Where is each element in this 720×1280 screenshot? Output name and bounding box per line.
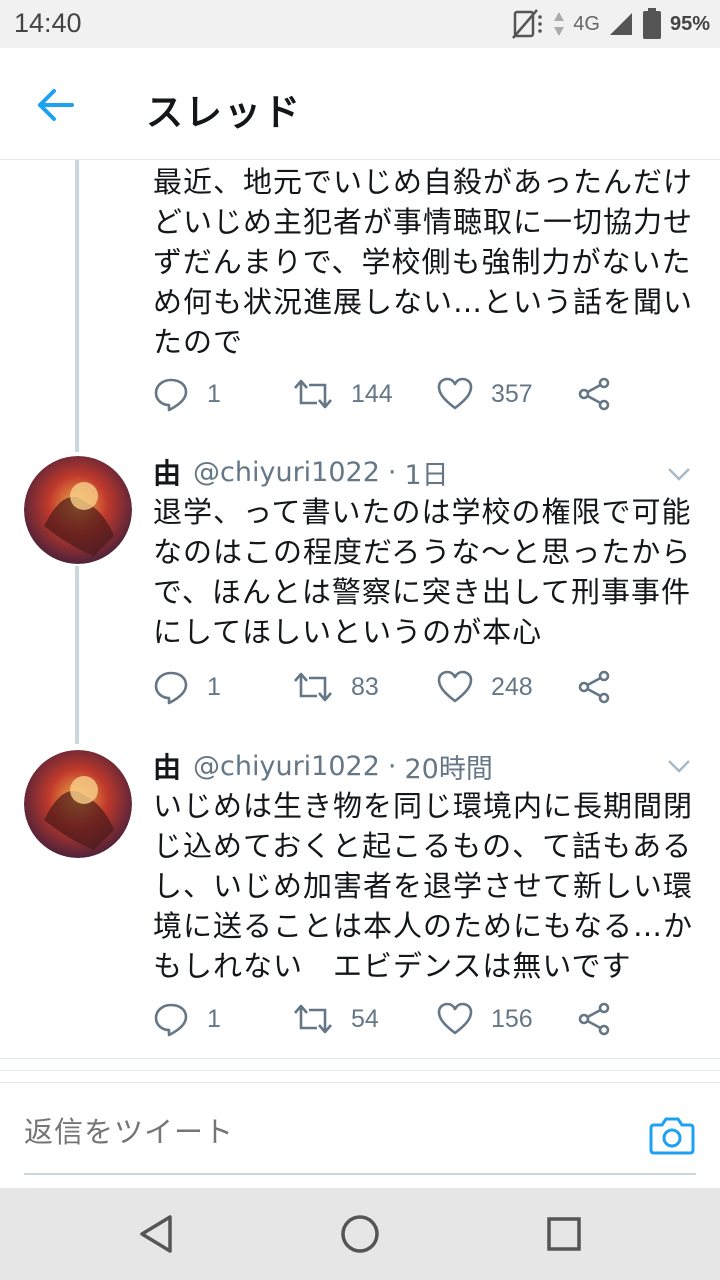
reply-icon [154, 1003, 188, 1037]
like-button[interactable]: 248 [437, 665, 533, 709]
retweet-button[interactable]: 144 [293, 372, 393, 416]
tweet-timestamp: 1日 [404, 459, 449, 491]
divider [0, 1058, 720, 1059]
reply-input[interactable] [24, 1107, 644, 1157]
camera-icon[interactable] [648, 1111, 696, 1159]
chevron-down-icon[interactable] [666, 752, 692, 778]
tweet-text: 退学、って書いたのは学校の権限で可能 なのはこの程度だろうな〜と思ったから で、… [153, 495, 692, 649]
reply-count: 1 [207, 672, 221, 701]
heart-icon [437, 670, 473, 703]
reply-composer [0, 1082, 720, 1188]
retweet-button[interactable]: 54 [293, 997, 379, 1041]
tweet-header: 由 @chiyuri1022 · 1日 [153, 452, 449, 492]
status-icons: 4G 95% [511, 6, 710, 42]
heart-icon [437, 1002, 473, 1035]
retweet-icon [294, 672, 332, 702]
reply-button[interactable]: 1 [153, 372, 221, 416]
retweet-icon [294, 1004, 332, 1034]
tweet-timestamp: 20時間 [404, 753, 493, 785]
separator: · [387, 750, 397, 782]
reply-count: 1 [207, 1004, 221, 1033]
retweet-icon [294, 379, 332, 409]
signal-icon [609, 13, 632, 35]
reply-icon [154, 671, 188, 705]
data-arrows-icon [554, 12, 565, 36]
home-circle-icon[interactable] [336, 1210, 384, 1258]
author-handle[interactable]: @chiyuri1022 [193, 457, 380, 488]
arrow-left-icon[interactable] [30, 80, 80, 130]
thread-line [75, 566, 79, 744]
like-count: 248 [491, 672, 533, 701]
reply-count: 1 [207, 379, 221, 408]
recents-square-icon[interactable] [540, 1210, 588, 1258]
chevron-down-icon[interactable] [666, 460, 692, 486]
status-bar: 14:40 4G 95% [0, 0, 720, 48]
author-handle[interactable]: @chiyuri1022 [193, 751, 380, 782]
retweet-button[interactable]: 83 [293, 665, 379, 709]
page-title: スレッド [146, 91, 302, 134]
reply-button[interactable]: 1 [153, 665, 221, 709]
like-button[interactable]: 357 [437, 372, 533, 416]
tweet-text: 最近、地元でいじめ自殺があったんだけ どいじめ主犯者が事情聴取に一切協力せ ずだ… [153, 165, 694, 359]
status-time: 14:40 [14, 8, 82, 38]
tweet-actions: 1 83 248 [153, 665, 623, 709]
reply-underline [24, 1173, 696, 1175]
author-name[interactable]: 由 [153, 452, 181, 492]
back-triangle-icon[interactable] [134, 1210, 182, 1258]
divider [0, 1070, 720, 1071]
share-button[interactable] [577, 997, 611, 1041]
like-count: 156 [491, 1004, 533, 1033]
thread-line [75, 160, 79, 452]
reply-icon [154, 378, 188, 412]
share-icon [578, 670, 610, 704]
share-icon [578, 377, 610, 411]
separator: · [387, 456, 397, 488]
author-name[interactable]: 由 [153, 746, 181, 786]
tweet-header: 由 @chiyuri1022 · 20時間 [153, 746, 493, 786]
network-type: 4G [573, 12, 600, 35]
tweet-actions: 1 144 357 [153, 372, 623, 416]
battery-percent: 95% [669, 12, 710, 35]
like-count: 357 [491, 379, 533, 408]
avatar[interactable] [24, 456, 132, 564]
no-sim-icon [512, 9, 543, 39]
retweet-count: 83 [351, 672, 379, 701]
retweet-count: 54 [351, 1004, 379, 1033]
like-button[interactable]: 156 [437, 997, 533, 1041]
battery-icon [642, 8, 661, 39]
app-bar: スレッド [0, 48, 720, 160]
tweet-actions: 1 54 156 [153, 997, 623, 1041]
share-button[interactable] [577, 372, 611, 416]
avatar[interactable] [24, 750, 132, 858]
system-nav-bar [0, 1188, 720, 1280]
share-button[interactable] [577, 665, 611, 709]
tweet-text: いじめは生き物を同じ環境内に長期間閉 じ込めておくと起こるもの、て話もある し、… [153, 789, 694, 983]
share-icon [578, 1002, 610, 1036]
retweet-count: 144 [351, 379, 393, 408]
reply-button[interactable]: 1 [153, 997, 221, 1041]
heart-icon [437, 377, 473, 410]
